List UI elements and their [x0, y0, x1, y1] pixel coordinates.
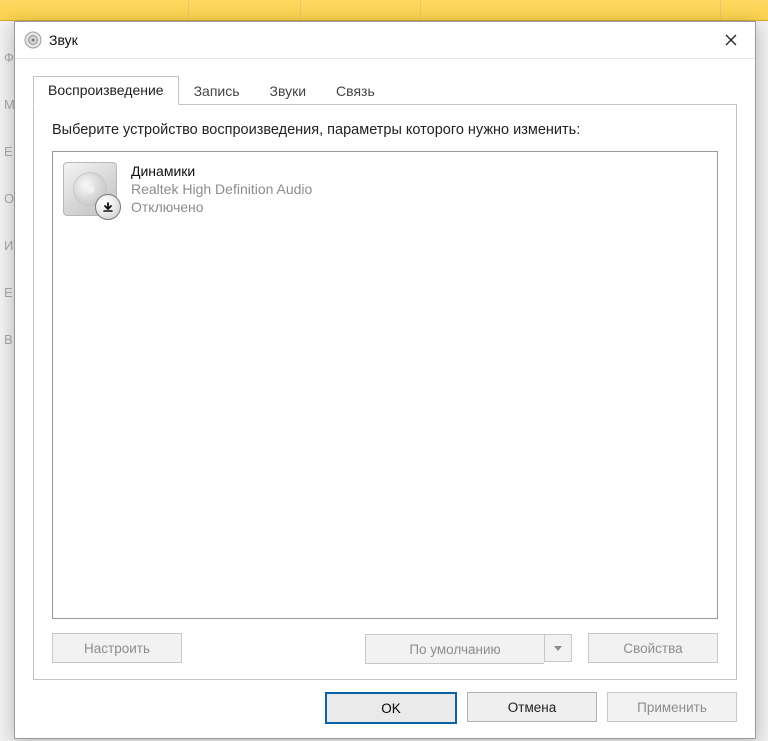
- device-item[interactable]: Динамики Realtek High Definition Audio О…: [63, 158, 707, 223]
- set-default-split-button[interactable]: По умолчанию: [365, 634, 572, 662]
- disabled-overlay-icon: [95, 194, 121, 220]
- client-area: Воспроизведение Запись Звуки Связь Выбер…: [15, 59, 755, 738]
- tab-strip: Воспроизведение Запись Звуки Связь: [33, 75, 737, 104]
- panel-button-row: Настроить По умолчанию Свойства: [52, 633, 718, 663]
- tab-playback[interactable]: Воспроизведение: [33, 76, 179, 105]
- tab-communications[interactable]: Связь: [321, 77, 390, 105]
- sound-dialog-window: Звук Воспроизведение Запись Звуки Связь …: [14, 21, 756, 739]
- tab-label: Связь: [336, 83, 375, 99]
- tab-label: Воспроизведение: [48, 82, 164, 98]
- titlebar[interactable]: Звук: [15, 22, 755, 59]
- tab-label: Запись: [194, 83, 240, 99]
- device-status: Отключено: [131, 198, 312, 216]
- close-button[interactable]: [709, 25, 753, 55]
- ok-button[interactable]: OK: [325, 692, 457, 724]
- device-list[interactable]: Динамики Realtek High Definition Audio О…: [52, 151, 718, 619]
- set-default-button[interactable]: По умолчанию: [365, 634, 544, 664]
- tab-label: Звуки: [270, 83, 307, 99]
- cancel-button[interactable]: Отмена: [467, 692, 597, 722]
- dialog-button-row: OK Отмена Применить: [33, 692, 737, 724]
- configure-button[interactable]: Настроить: [52, 633, 182, 663]
- device-driver: Realtek High Definition Audio: [131, 180, 312, 198]
- properties-button[interactable]: Свойства: [588, 633, 718, 663]
- apply-button[interactable]: Применить: [607, 692, 737, 722]
- instruction-text: Выберите устройство воспроизведения, пар…: [52, 121, 718, 141]
- tab-recording[interactable]: Запись: [179, 77, 255, 105]
- tab-sounds[interactable]: Звуки: [255, 77, 322, 105]
- background-ribbon: [0, 0, 768, 21]
- set-default-dropdown[interactable]: [544, 634, 572, 662]
- device-name: Динамики: [131, 162, 312, 180]
- sound-icon: [23, 30, 43, 50]
- speaker-device-icon: [63, 162, 117, 216]
- window-title: Звук: [49, 32, 78, 48]
- device-text: Динамики Realtek High Definition Audio О…: [131, 162, 312, 217]
- tab-panel-playback: Выберите устройство воспроизведения, пар…: [33, 104, 737, 680]
